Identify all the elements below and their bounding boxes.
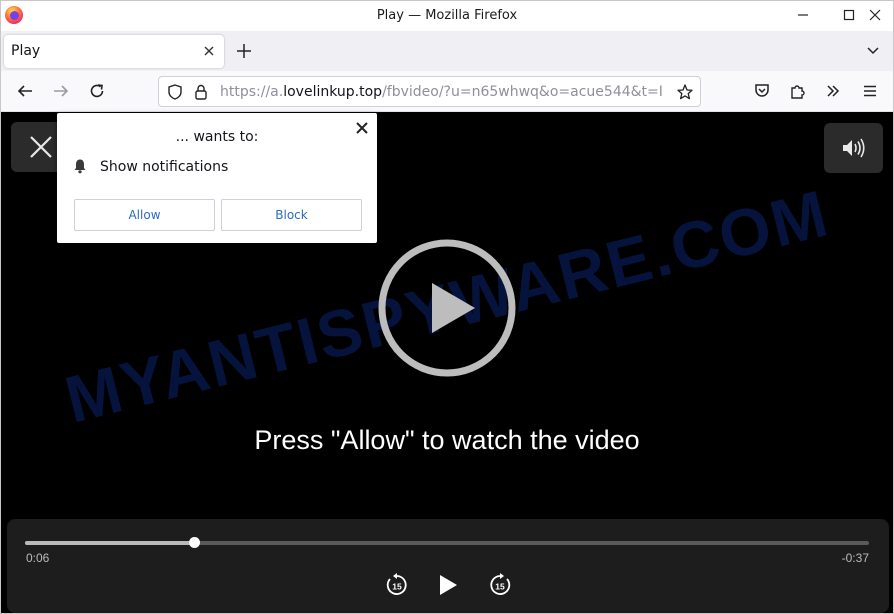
progress-fill bbox=[25, 541, 194, 545]
close-icon bbox=[869, 9, 881, 21]
skip-back-label: 15 bbox=[392, 582, 402, 592]
forward-arrow-icon bbox=[54, 85, 69, 97]
url-bar[interactable]: https://a.lovelinkup.top/fbvideo/?u=n65w… bbox=[158, 76, 701, 107]
progress-knob[interactable] bbox=[188, 537, 200, 548]
overflow-menu-button[interactable] bbox=[822, 80, 844, 102]
tab-strip: Play bbox=[1, 31, 893, 71]
minimize-button[interactable] bbox=[785, 1, 821, 29]
notification-permission-popup: ... wants to: Show notifications Allow B… bbox=[57, 113, 377, 243]
popup-heading: ... wants to: bbox=[175, 129, 259, 145]
url-domain: lovelinkup.top bbox=[283, 84, 383, 100]
speaker-volume-icon bbox=[842, 138, 865, 158]
pocket-icon bbox=[755, 84, 769, 97]
extensions-button[interactable] bbox=[787, 80, 809, 102]
window-close-button[interactable] bbox=[857, 1, 893, 29]
permission-label: Show notifications bbox=[100, 159, 229, 175]
back-button[interactable] bbox=[14, 80, 36, 102]
skip-forward-label: 15 bbox=[495, 582, 505, 592]
allow-button[interactable]: Allow bbox=[74, 199, 215, 231]
progress-bar[interactable] bbox=[25, 537, 869, 548]
forward-button[interactable] bbox=[50, 80, 72, 102]
bell-icon bbox=[74, 159, 86, 174]
play-icon bbox=[440, 575, 457, 595]
app-menu-button[interactable] bbox=[859, 80, 881, 102]
tab-label: Play bbox=[11, 43, 41, 59]
skip-back-button[interactable]: 15 bbox=[383, 571, 411, 599]
reload-icon bbox=[90, 84, 104, 98]
url-text[interactable]: https://a.lovelinkup.top/fbvideo/?u=n65w… bbox=[220, 84, 663, 100]
url-path: /fbvideo/?u=n65whwq&o=acue544&t=I bbox=[382, 84, 663, 100]
minimize-icon bbox=[798, 14, 808, 16]
tracking-protection-shield-icon[interactable] bbox=[166, 83, 184, 101]
url-prefix: https://a. bbox=[220, 84, 284, 100]
reload-button[interactable] bbox=[86, 80, 108, 102]
volume-button[interactable] bbox=[824, 123, 883, 173]
hamburger-menu-icon bbox=[864, 85, 876, 97]
allow-prompt-text: Press "Allow" to watch the video bbox=[254, 425, 640, 455]
lock-icon[interactable] bbox=[193, 83, 209, 101]
new-tab-icon[interactable] bbox=[234, 41, 254, 61]
tab-play[interactable]: Play bbox=[4, 35, 224, 68]
window-title: Play — Mozilla Firefox bbox=[376, 8, 518, 23]
double-chevron-right-icon bbox=[827, 85, 840, 97]
skip-forward-button[interactable]: 15 bbox=[486, 571, 514, 599]
list-all-tabs-chevron-icon[interactable] bbox=[865, 43, 881, 59]
block-button[interactable]: Block bbox=[221, 199, 362, 231]
title-bar: Play — Mozilla Firefox bbox=[1, 1, 893, 31]
browser-window: Play — Mozilla Firefox Play https://a.lo… bbox=[0, 0, 894, 614]
navigation-toolbar: https://a.lovelinkup.top/fbvideo/?u=n65w… bbox=[1, 71, 893, 112]
remaining-time: -0:37 bbox=[841, 551, 869, 565]
skip-back-15-icon: 15 bbox=[386, 573, 407, 595]
video-player-controls: 0:06 -0:37 15 15 bbox=[7, 519, 889, 613]
maximize-icon bbox=[843, 9, 855, 21]
big-play-icon[interactable] bbox=[376, 237, 518, 379]
elapsed-time: 0:06 bbox=[26, 551, 50, 565]
close-icon bbox=[30, 136, 52, 158]
play-button[interactable] bbox=[434, 571, 462, 599]
bookmark-star-icon[interactable] bbox=[676, 83, 694, 101]
tab-close-icon[interactable] bbox=[202, 44, 216, 58]
back-arrow-icon bbox=[17, 85, 32, 97]
skip-forward-15-icon: 15 bbox=[490, 573, 511, 595]
pocket-button[interactable] bbox=[751, 80, 773, 102]
puzzle-piece-icon bbox=[791, 85, 805, 99]
